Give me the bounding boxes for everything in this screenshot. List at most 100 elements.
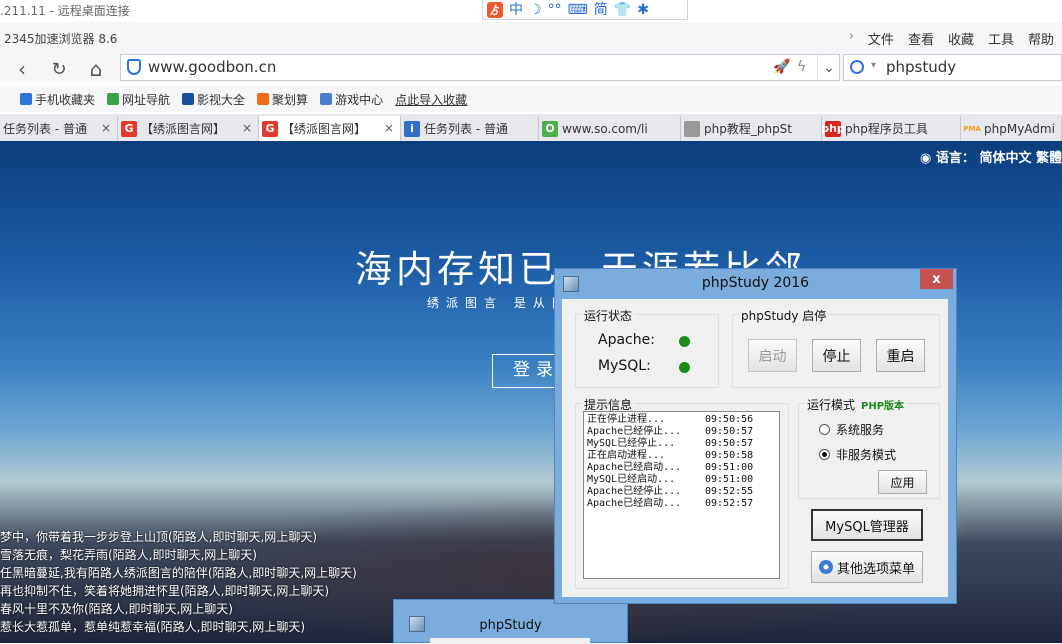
navigation-bar: ‹ ↻ ⌂ www.goodbon.cn 🚀 ϟ ⌄ ▾ phpstudy: [0, 54, 1062, 82]
start-button[interactable]: 启动: [748, 339, 797, 372]
bookmark-icon: [182, 93, 195, 105]
home-button[interactable]: ⌂: [84, 57, 108, 81]
log-message: 正在停止进程...: [587, 414, 666, 425]
url-text[interactable]: www.goodbon.cn: [148, 58, 276, 76]
bookmark-video[interactable]: 影视大全: [182, 91, 245, 108]
bookmark-icon: [20, 93, 32, 105]
language-options[interactable]: 简体中文 繁體: [979, 151, 1062, 166]
window-body: [430, 638, 590, 644]
tab-label: php教程_phpSt: [704, 122, 793, 136]
menu-file[interactable]: 文件: [868, 29, 894, 48]
ime-logo-icon[interactable]: ゟ: [487, 1, 503, 18]
menu-tools[interactable]: 工具: [988, 29, 1014, 48]
tab-label: php程序员工具: [845, 122, 928, 136]
list-item[interactable]: 雪落无痕，梨花弄雨(陌路人,即时聊天,网上聊天): [0, 546, 357, 564]
security-shield-icon: [127, 59, 141, 75]
log-time: 09:52:57: [705, 498, 754, 509]
menu-favorites[interactable]: 收藏: [948, 29, 974, 48]
back-button[interactable]: ‹: [10, 57, 34, 81]
tab-favicon-icon: PMA: [963, 124, 981, 133]
bookmark-import-link[interactable]: 点此导入收藏: [395, 91, 467, 108]
log-message: Apache已经启动...: [587, 462, 682, 473]
log-row: Apache已经启动... 09:52:57: [587, 498, 753, 510]
log-time: 09:50:56: [705, 414, 754, 425]
rocket-icon[interactable]: 🚀: [773, 59, 790, 75]
tab-4[interactable]: i 任务列表 - 普通: [401, 116, 539, 141]
radio-system-service[interactable]: 系统服务: [819, 421, 884, 438]
mysql-manager-button[interactable]: MySQL管理器: [811, 509, 923, 541]
tab-8[interactable]: PMA phpMyAdmi: [961, 116, 1062, 141]
tab-label: 【绣派图言网】: [141, 122, 226, 136]
skin-icon[interactable]: 👕: [614, 2, 631, 18]
tab-close-icon[interactable]: ×: [98, 121, 111, 135]
log-time: 09:52:55: [705, 486, 754, 497]
bookmark-game-center[interactable]: 游戏中心: [320, 91, 383, 108]
log-message: Apache已经停止...: [587, 426, 682, 437]
tab-favicon-icon: php: [822, 120, 845, 137]
search-engine-dropdown-icon[interactable]: ▾: [871, 60, 876, 71]
restart-button[interactable]: 重启: [876, 339, 925, 372]
tab-6[interactable]: php教程_phpSt: [681, 116, 822, 141]
tab-label: 任务列表 - 普通: [3, 122, 87, 136]
stop-button[interactable]: 停止: [812, 339, 861, 372]
tab-1[interactable]: 任务列表 - 普通 ×: [0, 116, 118, 141]
phpstudy-background-window[interactable]: phpStudy: [393, 599, 628, 644]
php-version-link[interactable]: PHP版本: [861, 401, 904, 412]
punctuation-icon[interactable]: °°: [548, 2, 562, 18]
log-time: 09:50:57: [705, 438, 754, 449]
log-row: 正在启动进程... 09:50:58: [587, 450, 753, 462]
tab-close-icon[interactable]: ×: [381, 121, 394, 135]
keyboard-icon[interactable]: ⌨: [568, 2, 588, 18]
log-row: Apache已经启动... 09:51:00: [587, 462, 753, 474]
menu-help[interactable]: 帮助: [1028, 29, 1054, 48]
window-titlebar[interactable]: phpStudy 2016 x: [555, 269, 956, 299]
tab-favicon-icon: O: [542, 120, 558, 137]
log-row: 正在停止进程... 09:50:56: [587, 414, 753, 426]
close-button[interactable]: x: [920, 269, 953, 289]
log-listbox[interactable]: 正在停止进程... 09:50:56 Apache已经停止... 09:50:57 My…: [583, 411, 780, 579]
other-options-button[interactable]: 其他选项菜单: [811, 551, 923, 583]
log-time: 09:51:00: [705, 462, 754, 473]
tab-5[interactable]: Owww.so.com/li: [539, 116, 681, 141]
ime-mode-button[interactable]: 中: [509, 2, 523, 18]
search-icon[interactable]: [850, 60, 864, 74]
tab-3[interactable]: G 【绣派图言网】 ×: [259, 116, 401, 141]
address-bar[interactable]: www.goodbon.cn 🚀 ϟ ⌄: [120, 54, 840, 81]
search-box[interactable]: ▾ phpstudy: [843, 54, 1062, 81]
list-item[interactable]: 梦中，你带着我一步步登上山顶(陌路人,即时聊天,网上聊天): [0, 528, 357, 546]
tab-2[interactable]: G 【绣派图言网】 ×: [118, 116, 259, 141]
phpstudy-background-title: phpStudy: [479, 618, 542, 633]
list-item[interactable]: 春风十里不及你(陌路人,即时聊天,网上聊天): [0, 600, 357, 618]
tab-label: 【绣派图言网】: [282, 122, 367, 136]
list-item[interactable]: 再也抑制不住，笑着将她拥进怀里(陌路人,即时聊天,网上聊天): [0, 582, 357, 600]
refresh-button[interactable]: ↻: [47, 57, 71, 81]
log-time: 09:51:00: [705, 474, 754, 485]
lightning-icon[interactable]: ϟ: [797, 59, 806, 75]
tab-label: 任务列表 - 普通: [424, 122, 508, 136]
ime-toolbar[interactable]: ゟ 中 ☽ °° ⌨ 简 👕 ✱: [482, 0, 688, 20]
search-query[interactable]: phpstudy: [886, 58, 956, 76]
radio-button[interactable]: [819, 424, 830, 435]
remote-desktop-title: .211.11 - 远程桌面连接: [0, 4, 130, 18]
tab-close-icon[interactable]: ×: [239, 121, 252, 135]
tab-7[interactable]: php php程序员工具: [822, 116, 961, 141]
settings-icon[interactable]: ✱: [637, 2, 649, 18]
bookmark-mobile-favorites[interactable]: 手机收藏夹: [20, 91, 95, 108]
list-item[interactable]: 任黑暗蔓延,我有陌路人绣派图言的陪伴(陌路人,即时聊天,网上聊天): [0, 564, 357, 582]
list-item[interactable]: 惹长大惹孤单，惹单纯惹幸福(陌路人,即时聊天,网上聊天): [0, 618, 357, 636]
tab-favicon-icon: [684, 120, 700, 137]
log-row: MySQL已经启动... 09:51:00: [587, 474, 753, 486]
page-subtitle: 绣派图言 是从网: [427, 296, 571, 310]
apply-button[interactable]: 应用: [878, 470, 927, 494]
menu-chevron-icon[interactable]: ›: [849, 29, 854, 48]
mysql-status-indicator: [679, 362, 690, 373]
bookmark-juhuasuan[interactable]: 聚划算: [257, 91, 308, 108]
bookmark-site-nav[interactable]: 网址导航: [107, 91, 170, 108]
radio-button-selected[interactable]: [819, 449, 830, 460]
address-dropdown-icon[interactable]: ⌄: [817, 55, 840, 80]
moon-icon[interactable]: ☽: [529, 2, 542, 18]
menu-view[interactable]: 查看: [908, 29, 934, 48]
radio-nonservice-mode[interactable]: 非服务模式: [819, 446, 896, 463]
simplified-button[interactable]: 简: [594, 2, 608, 18]
language-switcher[interactable]: ◉ 语言： 简体中文 繁體: [920, 147, 1062, 166]
